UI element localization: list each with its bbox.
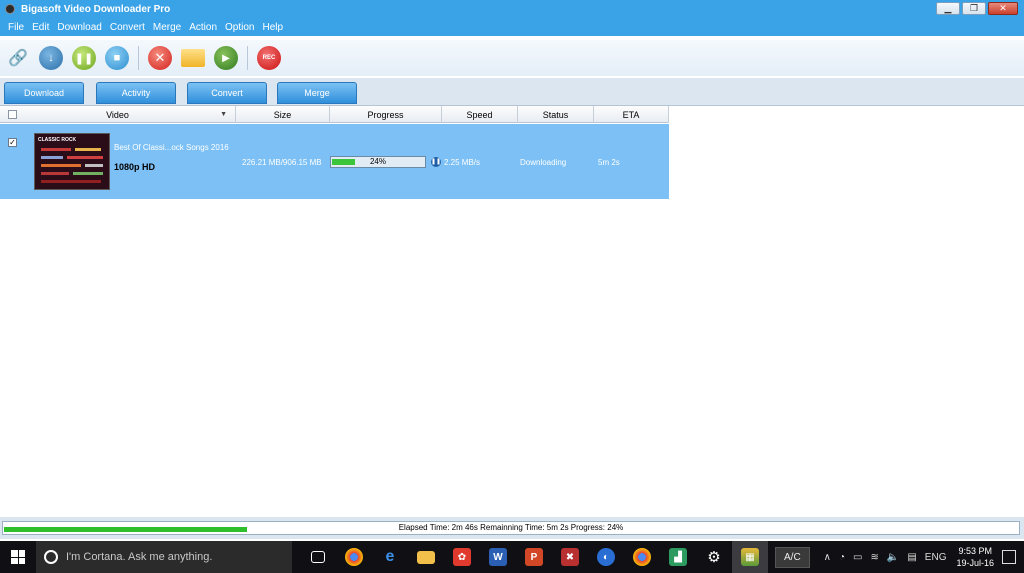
- column-speed[interactable]: Speed: [442, 106, 518, 123]
- clock[interactable]: 9:53 PM 19-Jul-16: [956, 545, 994, 569]
- overall-progress-bar: Elapsed Time: 2m 46s Remainning Time: 5m…: [2, 521, 1020, 535]
- pause-indicator-icon[interactable]: ❚❚: [431, 157, 441, 167]
- pause-icon[interactable]: ❚❚: [72, 46, 96, 70]
- tab-download[interactable]: Download: [4, 82, 84, 104]
- start-button[interactable]: [0, 541, 36, 573]
- video-thumbnail: CLASSIC ROCK: [34, 133, 110, 190]
- status-bar: Elapsed Time: 2m 46s Remainning Time: 5m…: [0, 517, 1024, 539]
- language-indicator[interactable]: ENG: [925, 552, 947, 563]
- stop-icon[interactable]: ■: [105, 46, 129, 70]
- video-downloader-taskbar-icon[interactable]: ▦: [732, 541, 768, 573]
- tab-merge[interactable]: Merge: [277, 82, 357, 104]
- column-video[interactable]: Video ▼: [0, 106, 236, 123]
- window-controls: ▁ ❐ ✕: [936, 2, 1018, 15]
- maximize-button[interactable]: ❐: [962, 2, 986, 15]
- windows-taskbar: I'm Cortana. Ask me anything. e ✿ W P ✖ …: [0, 541, 1024, 573]
- network-icon[interactable]: ◔: [839, 552, 845, 563]
- window-title: Bigasoft Video Downloader Pro: [21, 3, 171, 15]
- delete-icon[interactable]: ✕: [148, 46, 172, 70]
- tab-strip: Download Activity Convert Merge: [0, 78, 1024, 105]
- cortana-icon: [44, 550, 58, 564]
- cortana-search[interactable]: I'm Cortana. Ask me anything.: [36, 541, 292, 573]
- toolbar: 🔗 ↓ ❚❚ ■ ✕ ▶ REC: [0, 40, 1024, 76]
- add-link-icon[interactable]: 🔗: [6, 46, 30, 70]
- wifi-icon[interactable]: ≋: [871, 552, 879, 563]
- store-icon[interactable]: ✿: [444, 541, 480, 573]
- clock-date: 19-Jul-16: [956, 558, 994, 568]
- download-status: Downloading: [520, 158, 567, 167]
- file-explorer-icon[interactable]: [408, 541, 444, 573]
- task-view-icon[interactable]: [300, 541, 336, 573]
- menu-option[interactable]: Option: [225, 22, 254, 33]
- menu-bar: File Edit Download Convert Merge Action …: [0, 18, 1024, 36]
- system-tray: A/C ∧ ◔ ▭ ≋ 🔈 ▤ ENG 9:53 PM 19-Jul-16: [775, 541, 1024, 573]
- tool-icon[interactable]: ✖: [552, 541, 588, 573]
- firefox-icon[interactable]: ◐: [588, 541, 624, 573]
- menu-download[interactable]: Download: [57, 22, 101, 33]
- folder-icon[interactable]: [181, 49, 205, 67]
- column-size[interactable]: Size: [236, 106, 330, 123]
- app-icon: [5, 4, 15, 14]
- chrome-icon[interactable]: [336, 541, 372, 573]
- title-bar: Bigasoft Video Downloader Pro ▁ ❐ ✕: [0, 0, 1024, 18]
- list-header: Video ▼ Size Progress Speed Status ETA: [0, 106, 669, 123]
- notification-icon[interactable]: [1002, 550, 1016, 564]
- row-progress-bar: 24%: [330, 156, 426, 168]
- menu-edit[interactable]: Edit: [32, 22, 49, 33]
- edge-icon[interactable]: e: [372, 541, 408, 573]
- video-title: Best Of Classi...ock Songs 2016: [114, 143, 229, 152]
- minimize-button[interactable]: ▁: [936, 2, 960, 15]
- settings-icon[interactable]: ⚙: [696, 541, 732, 573]
- file-size: 226.21 MB/906.15 MB: [242, 158, 322, 167]
- chevron-up-icon[interactable]: ∧: [824, 552, 831, 563]
- ac-indicator[interactable]: A/C: [775, 546, 810, 568]
- thumbnail-text: CLASSIC ROCK: [38, 137, 77, 143]
- toolbar-separator: [138, 46, 139, 70]
- status-text: Elapsed Time: 2m 46s Remainning Time: 5m…: [398, 523, 624, 532]
- row-checkbox[interactable]: ✓: [8, 138, 17, 147]
- clock-time: 9:53 PM: [958, 546, 992, 556]
- menu-help[interactable]: Help: [262, 22, 283, 33]
- menu-file[interactable]: File: [8, 22, 24, 33]
- windows-logo-icon: [11, 550, 25, 564]
- powerpoint-icon[interactable]: P: [516, 541, 552, 573]
- message-icon[interactable]: ▤: [907, 552, 916, 563]
- download-icon[interactable]: ↓: [39, 46, 63, 70]
- row-progress-label: 24%: [369, 157, 386, 166]
- volume-icon[interactable]: 🔈: [887, 552, 899, 563]
- menu-action[interactable]: Action: [189, 22, 217, 33]
- video-quality: 1080p HD: [114, 162, 156, 172]
- cortana-placeholder: I'm Cortana. Ask me anything.: [66, 551, 213, 563]
- column-status[interactable]: Status: [518, 106, 594, 123]
- word-icon[interactable]: W: [480, 541, 516, 573]
- chrome-icon-2[interactable]: [624, 541, 660, 573]
- menu-merge[interactable]: Merge: [153, 22, 181, 33]
- close-button[interactable]: ✕: [988, 2, 1018, 15]
- menu-convert[interactable]: Convert: [110, 22, 145, 33]
- sort-arrow-icon: ▼: [220, 111, 227, 118]
- download-row[interactable]: ✓ CLASSIC ROCK Best Of Classi...ock Song…: [0, 124, 669, 199]
- download-eta: 5m 2s: [598, 158, 620, 167]
- toolbar-separator: [247, 46, 248, 70]
- monitor-icon[interactable]: ▟: [660, 541, 696, 573]
- play-icon[interactable]: ▶: [214, 46, 238, 70]
- download-list: Video ▼ Size Progress Speed Status ETA ✓…: [0, 105, 1024, 517]
- taskbar-apps: e ✿ W P ✖ ◐ ▟ ⚙ ▦: [300, 541, 768, 573]
- battery-icon[interactable]: ▭: [853, 552, 862, 563]
- record-icon[interactable]: REC: [257, 46, 281, 70]
- download-speed: 2.25 MB/s: [444, 158, 481, 167]
- column-eta[interactable]: ETA: [594, 106, 669, 123]
- column-progress[interactable]: Progress: [330, 106, 442, 123]
- tab-activity[interactable]: Activity: [96, 82, 176, 104]
- tab-convert[interactable]: Convert: [187, 82, 267, 104]
